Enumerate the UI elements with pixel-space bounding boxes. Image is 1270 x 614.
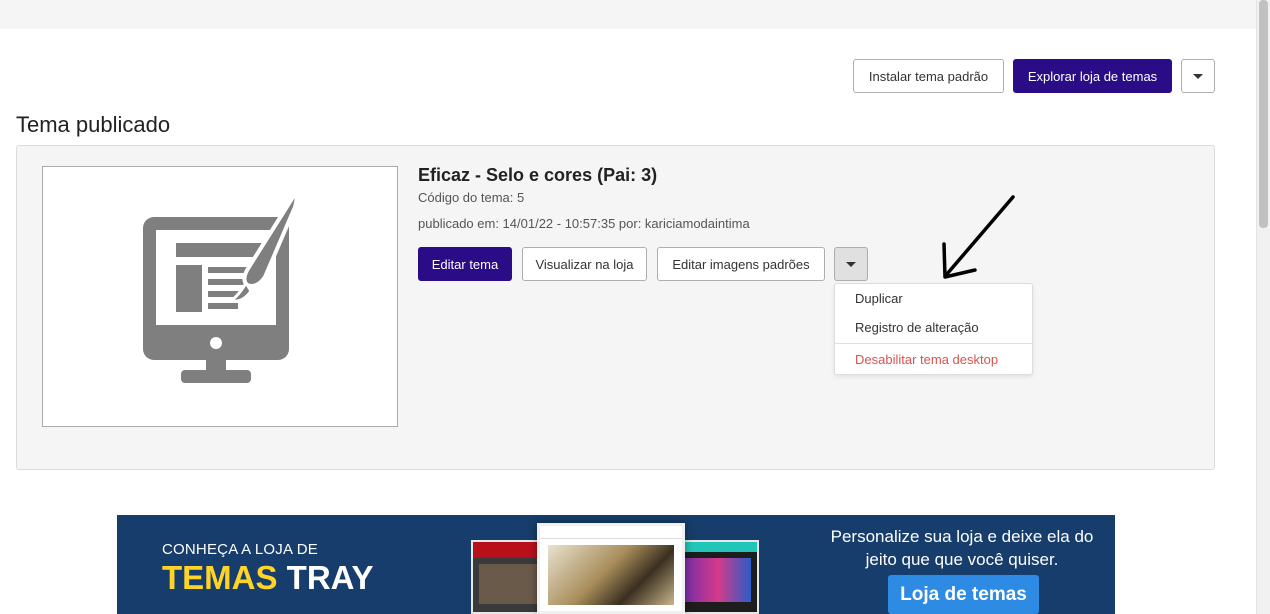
chevron-down-icon xyxy=(1193,73,1203,79)
edit-theme-button[interactable]: Editar tema xyxy=(418,247,512,281)
view-in-store-button[interactable]: Visualizar na loja xyxy=(522,247,647,281)
theme-code: Código do tema: 5 xyxy=(418,190,525,205)
banner-tagline: Personalize sua loja e deixe ela do jeit… xyxy=(830,527,1094,569)
header-more-dropdown-button[interactable] xyxy=(1181,59,1215,93)
theme-store-banner[interactable]: CONHEÇA A LOJA DE TEMAS TRAY Personalize… xyxy=(117,515,1115,614)
menu-item-duplicate[interactable]: Duplicar xyxy=(855,291,903,306)
edit-default-images-button[interactable]: Editar imagens padrões xyxy=(657,247,825,281)
theme-name: Eficaz - Selo e cores (Pai: 3) xyxy=(418,165,658,185)
menu-item-change-log[interactable]: Registro de alteração xyxy=(855,320,979,335)
banner-title: TEMAS TRAY xyxy=(162,559,373,597)
menu-item-disable-desktop-theme[interactable]: Desabilitar tema desktop xyxy=(855,352,998,367)
explore-theme-store-label: Explorar loja de temas xyxy=(1027,68,1158,84)
banner-title-part1: TEMAS xyxy=(162,559,278,596)
install-default-theme-button[interactable]: Instalar tema padrão xyxy=(853,59,1004,93)
top-strip xyxy=(0,0,1256,29)
theme-actions-dropdown-button[interactable] xyxy=(834,247,868,281)
scrollbar-thumb[interactable] xyxy=(1259,0,1268,228)
monitor-paintbrush-icon xyxy=(143,193,299,383)
section-title: Tema publicado xyxy=(16,112,171,137)
theme-thumbnail xyxy=(42,166,398,427)
theme-store-cta-button[interactable]: Loja de temas xyxy=(888,575,1039,614)
annotation-arrow-icon xyxy=(942,195,1015,279)
banner-kicker: CONHEÇA A LOJA DE xyxy=(162,541,318,558)
theme-actions-menu: Duplicar Registro de alteração Desabilit… xyxy=(834,283,1033,375)
banner-title-part2: TRAY xyxy=(286,559,374,596)
menu-divider xyxy=(835,343,1032,344)
edit-default-images-label: Editar imagens padrões xyxy=(672,256,810,272)
explore-theme-store-button[interactable]: Explorar loja de temas xyxy=(1013,59,1172,93)
chevron-down-icon xyxy=(846,261,856,267)
install-default-theme-label: Instalar tema padrão xyxy=(868,68,989,84)
view-in-store-label: Visualizar na loja xyxy=(535,256,634,272)
page-scrollbar[interactable] xyxy=(1256,0,1270,614)
edit-theme-label: Editar tema xyxy=(431,256,499,272)
mockup-right xyxy=(677,540,759,614)
mockup-center xyxy=(537,523,685,614)
theme-published-info: publicado em: 14/01/22 - 10:57:35 por: k… xyxy=(418,216,750,231)
theme-store-cta-label: Loja de temas xyxy=(900,583,1027,605)
